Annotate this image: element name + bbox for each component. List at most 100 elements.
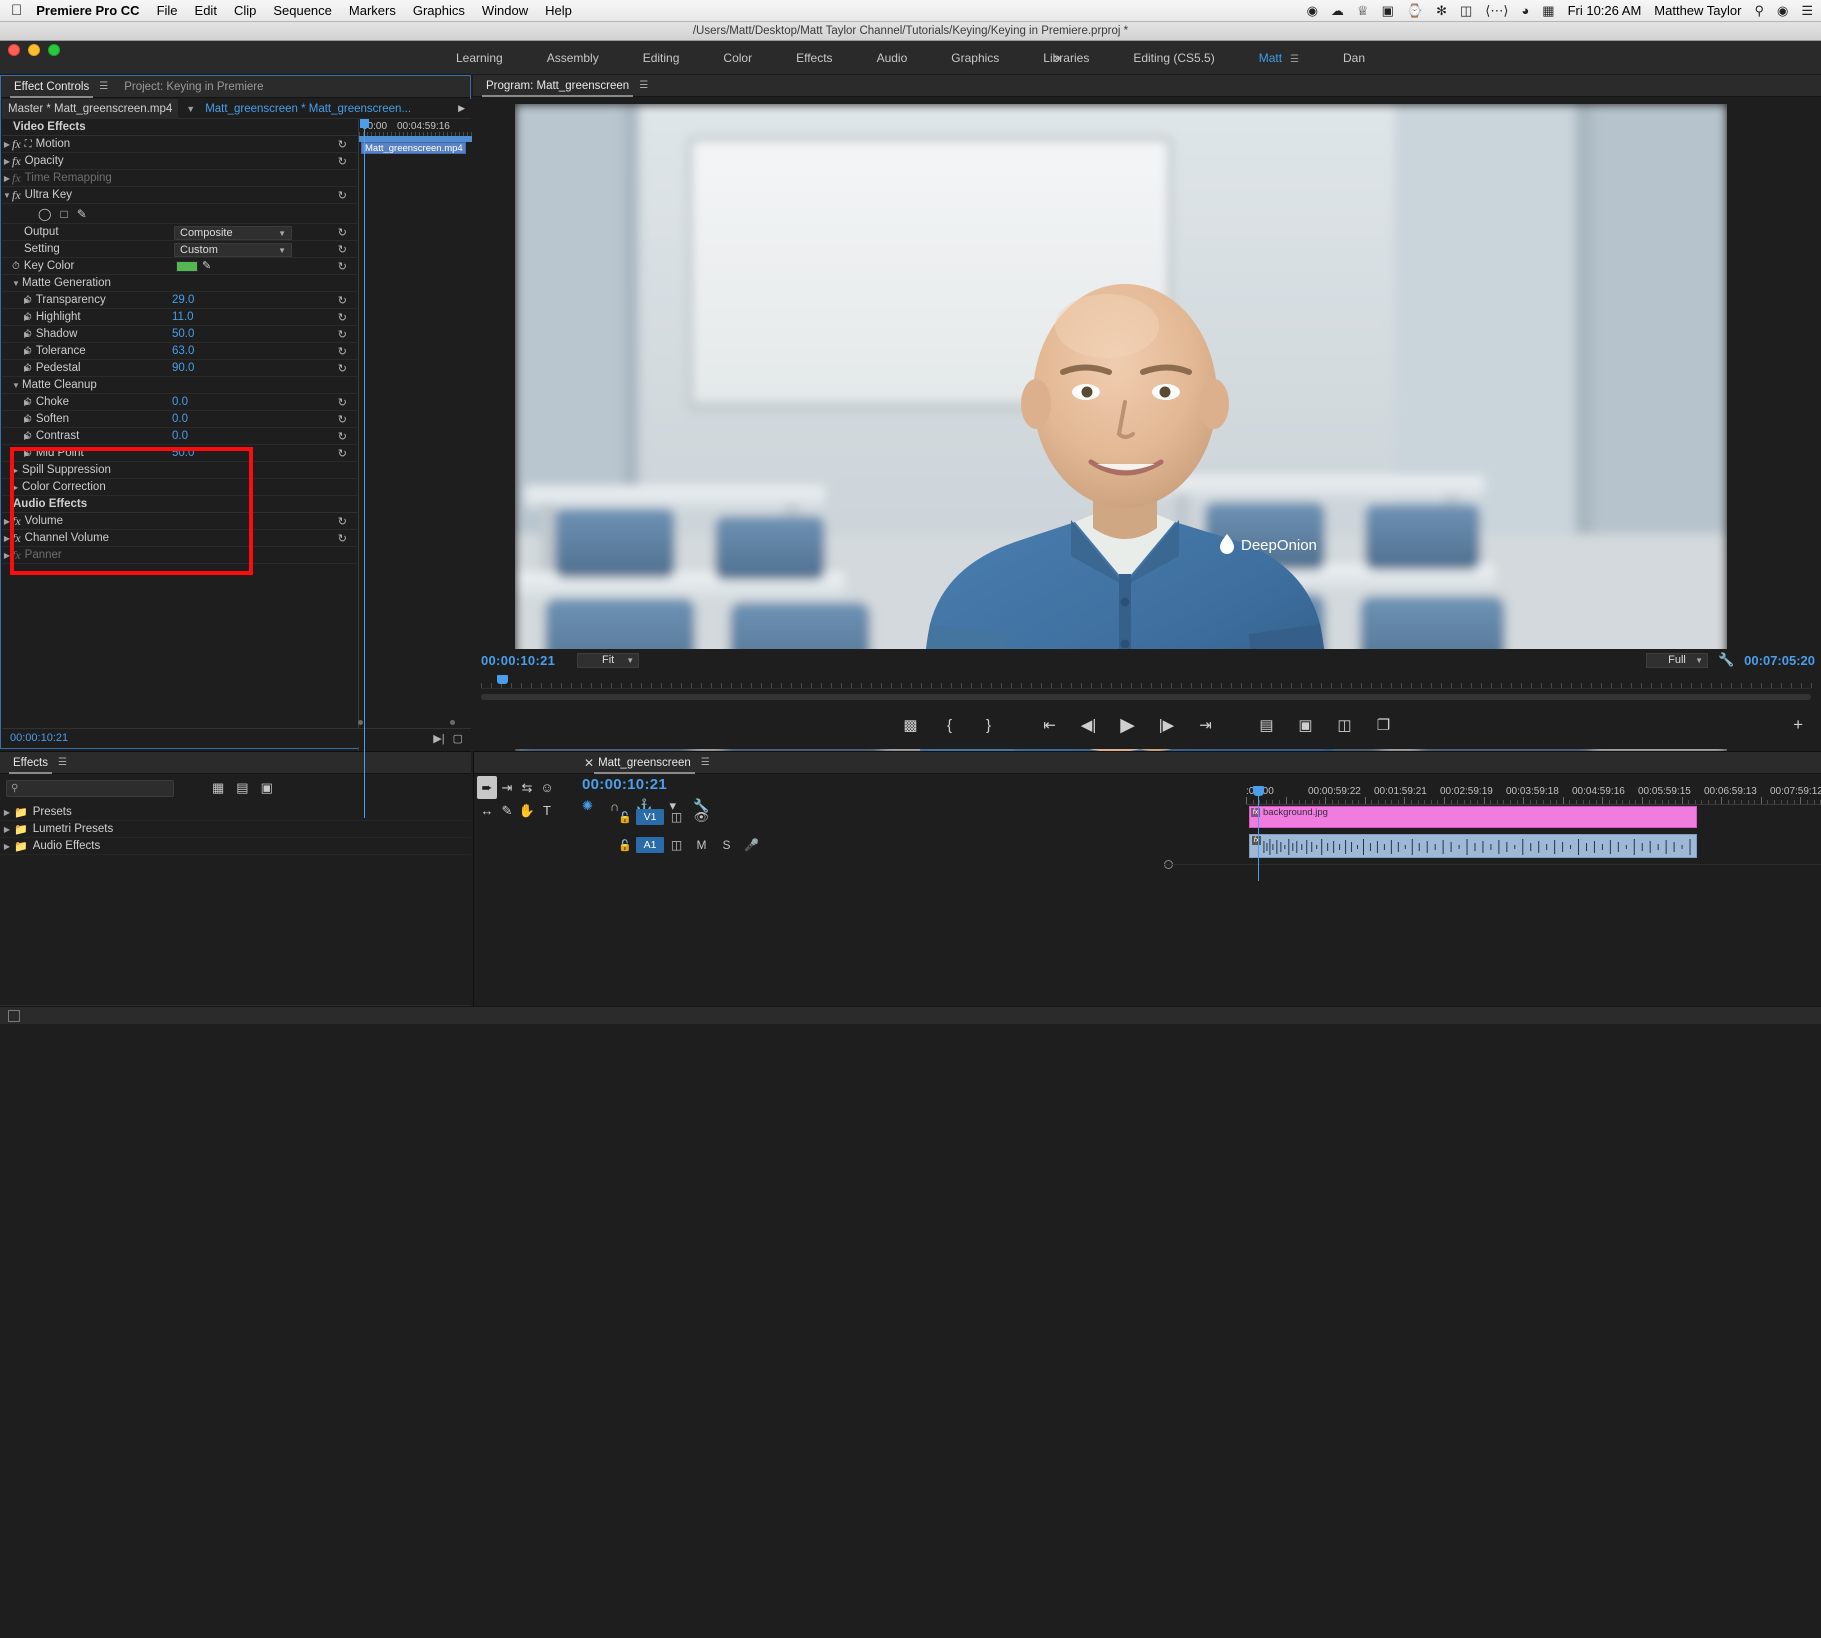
effect-row-panner[interactable]: ▶ fx Panner — [2, 547, 357, 564]
group-spill-suppression[interactable]: ▶ Spill Suppression — [2, 462, 357, 479]
twirl-icon[interactable]: ▼ — [2, 279, 12, 288]
param-row-tolerance[interactable]: ▶ ⏱ Tolerance 63.0 ↻ — [2, 343, 357, 360]
twirl-icon[interactable]: ▶ — [2, 398, 24, 407]
stopwatch-icon[interactable]: ⏱ — [24, 363, 32, 374]
group-color-correction[interactable]: ▶ Color Correction — [2, 479, 357, 496]
scroll-right-dot[interactable] — [450, 720, 455, 725]
twirl-icon[interactable]: ▶ — [2, 296, 24, 305]
nest-sequence-icon[interactable]: ✺ — [582, 798, 593, 814]
ripple-edit-icon[interactable]: ⇆ — [517, 776, 537, 799]
param-value[interactable]: 0.0 — [172, 430, 188, 442]
timeline-clip-a1[interactable]: fx — [1249, 834, 1697, 858]
code-icon[interactable]: ⟨⋯⟩ — [1485, 3, 1508, 19]
twirl-icon[interactable]: ▶ — [2, 517, 12, 526]
user-label[interactable]: Matthew Taylor — [1654, 3, 1741, 18]
tab-project-keying[interactable]: Project: Keying in Premiere — [120, 76, 267, 98]
effects-tree-item-lumetri-presets[interactable]: ▶ 📁 Lumetri Presets — [0, 821, 471, 838]
twirl-icon[interactable]: ▶ — [2, 174, 12, 183]
twirl-icon[interactable]: ▶ — [0, 808, 14, 817]
param-row-key-color[interactable]: ⏱ Key Color ✎ ↻ — [2, 258, 357, 275]
reset-icon[interactable]: ↻ — [338, 311, 347, 324]
workspace-learning[interactable]: Learning — [434, 51, 525, 65]
workspace-editing-cs55[interactable]: Editing (CS5.5) — [1111, 51, 1236, 65]
param-row-contrast[interactable]: ▶ ⏱ Contrast 0.0 ↻ — [2, 428, 357, 445]
param-value[interactable]: 63.0 — [172, 345, 194, 357]
output-dropdown[interactable]: Composite ▼ — [174, 226, 292, 240]
workspace-effects[interactable]: Effects — [774, 51, 854, 65]
twirl-icon[interactable]: ▶ — [2, 140, 12, 149]
effect-timeline-playhead[interactable] — [360, 119, 369, 135]
effect-row-opacity[interactable]: ▶ fx Opacity ↻ — [2, 153, 357, 170]
stopwatch-icon[interactable]: ⏱ — [24, 346, 32, 357]
flag-us-icon[interactable]: ▦ — [1542, 3, 1554, 19]
add-button-icon[interactable]: + — [1793, 715, 1803, 735]
group-matte-generation[interactable]: ▼ Matte Generation — [2, 275, 357, 292]
battery-icon[interactable]: ◫ — [1460, 3, 1472, 19]
play-icon[interactable]: ▶ — [1117, 714, 1139, 736]
twirl-icon[interactable]: ▶ — [2, 157, 12, 166]
minimize-window-button[interactable] — [28, 44, 40, 56]
effect-controls-scrollbar[interactable] — [358, 720, 458, 726]
param-value[interactable]: 0.0 — [172, 396, 188, 408]
ycbcr-icon[interactable]: ▣ — [261, 780, 273, 796]
eyedropper-icon[interactable]: ✎ — [202, 259, 211, 272]
32bit-color-icon[interactable]: ▤ — [236, 780, 248, 796]
reset-icon[interactable]: ↻ — [338, 328, 347, 341]
record-icon[interactable]: ◉ — [1307, 3, 1318, 19]
reset-icon[interactable]: ↻ — [338, 226, 347, 239]
sequence-clip-label[interactable]: Matt_greenscreen * Matt_greenscreen... — [203, 103, 411, 115]
add-marker-icon[interactable]: ▩ — [900, 714, 922, 736]
program-playhead[interactable] — [497, 675, 508, 687]
effects-search-input[interactable]: ⚲ — [6, 780, 174, 797]
workspace-assembly[interactable]: Assembly — [525, 51, 621, 65]
add-keyframe-icon[interactable]: ▢ — [453, 732, 463, 745]
pen-tool-icon[interactable]: ✎ — [497, 799, 517, 822]
param-value[interactable]: 90.0 — [172, 362, 194, 374]
workspace-audio[interactable]: Audio — [855, 51, 930, 65]
step-forward-icon[interactable]: |▶ — [1156, 714, 1178, 736]
tab-effects[interactable]: Effects — [9, 752, 52, 774]
twirl-icon[interactable]: ▼ — [2, 191, 12, 200]
param-value[interactable]: 50.0 — [172, 447, 194, 459]
effect-controls-timecode[interactable]: 00:00:10:21 — [10, 732, 68, 744]
workspace-color[interactable]: Color — [701, 51, 774, 65]
twirl-icon[interactable]: ▶ — [0, 825, 14, 834]
reset-icon[interactable]: ↻ — [338, 155, 347, 168]
reset-icon[interactable]: ↻ — [338, 430, 347, 443]
effect-row-channel-volume[interactable]: ▶ fx Channel Volume ↻ — [2, 530, 357, 547]
unlock-icon[interactable]: 🔓 — [614, 839, 636, 852]
timeline-timecode[interactable]: 00:00:10:21 — [582, 776, 667, 793]
stopwatch-icon[interactable]: ⏱ — [24, 312, 32, 323]
twirl-icon[interactable]: ▶ — [2, 551, 12, 560]
rect-mask-icon[interactable]: □ — [60, 207, 67, 221]
twirl-icon[interactable]: ▶ — [2, 364, 24, 373]
target-track-icon[interactable]: ◫ — [664, 838, 689, 852]
workspace-matt[interactable]: Matt — [1237, 51, 1321, 65]
param-row-output[interactable]: Output Composite ▼ ↻ — [2, 224, 357, 241]
program-zoom-scrollbar[interactable] — [481, 693, 1811, 701]
workspace-libraries[interactable]: Libraries — [1021, 51, 1111, 65]
reset-icon[interactable]: ↻ — [338, 243, 347, 256]
hamburger-icon[interactable]: ☰ — [639, 80, 648, 91]
menu-clip[interactable]: Clip — [234, 3, 256, 18]
workspace-graphics[interactable]: Graphics — [929, 51, 1021, 65]
hamburger-icon[interactable]: ☰ — [99, 81, 108, 92]
timeline-clip-v1[interactable]: fx background.jpg — [1249, 806, 1697, 828]
search-icon[interactable]: ⚲ — [1754, 3, 1764, 19]
track-name-v1[interactable]: V1 — [636, 809, 664, 825]
close-window-button[interactable] — [8, 44, 20, 56]
mark-in-icon[interactable]: { — [939, 714, 961, 736]
playback-resolution-dropdown[interactable]: Full ▼ — [1646, 653, 1708, 668]
menu-edit[interactable]: Edit — [195, 3, 217, 18]
param-row-mid-point[interactable]: ▶ ⏱ Mid Point 50.0 ↻ — [2, 445, 357, 462]
hamburger-icon[interactable]: ☰ — [701, 757, 710, 768]
effect-controls-timeline[interactable]: 00:00 00:04:59:16 Matt_greenscreen.mp4 — [358, 119, 471, 781]
reset-icon[interactable]: ↻ — [338, 413, 347, 426]
play-effect-preview-icon[interactable]: ▶ — [458, 103, 471, 114]
twirl-icon[interactable]: ▶ — [2, 330, 24, 339]
time-machine-icon[interactable]: ⌚ — [1407, 3, 1423, 19]
param-row-pedestal[interactable]: ▶ ⏱ Pedestal 90.0 ↻ — [2, 360, 357, 377]
settings-wrench-icon[interactable]: 🔧 — [1718, 652, 1734, 668]
unlock-icon[interactable]: 🔓 — [614, 811, 636, 824]
apple-icon[interactable]:  — [11, 3, 22, 18]
